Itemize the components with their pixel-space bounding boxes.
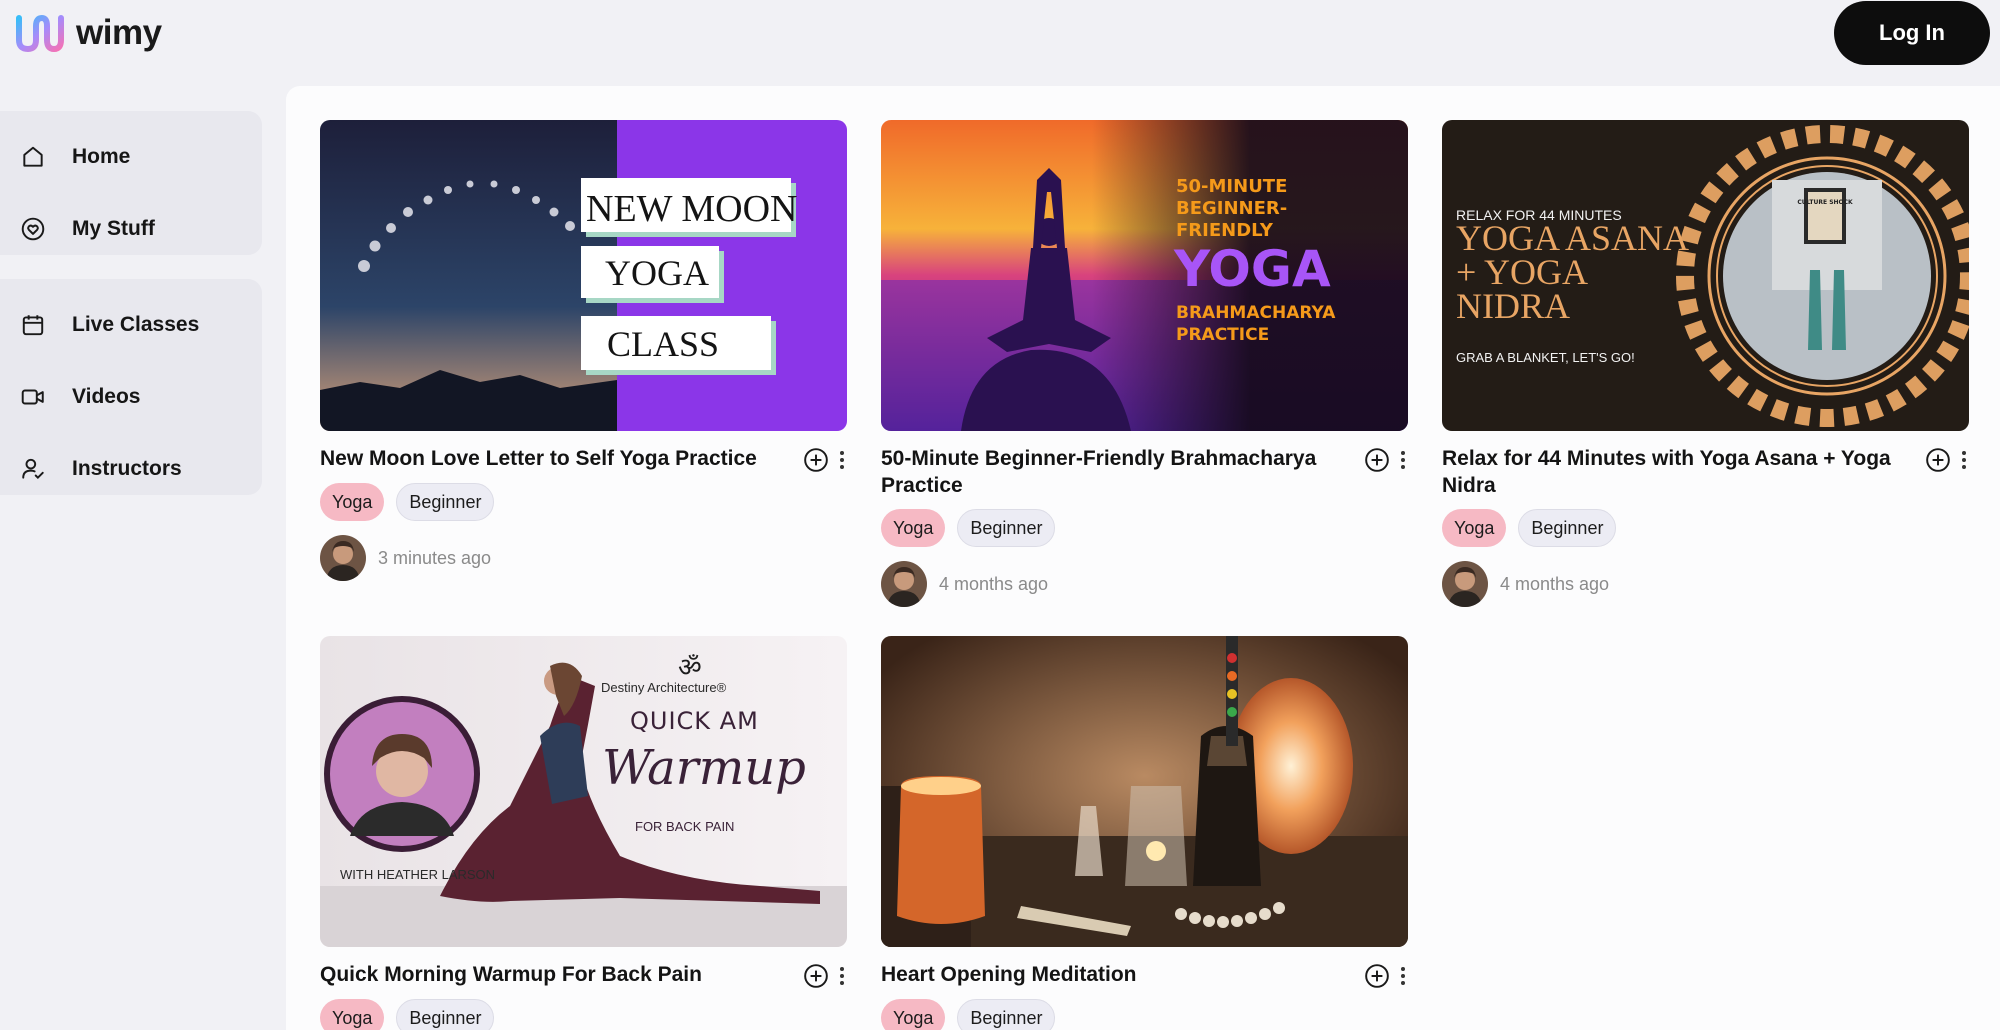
video-camera-icon [21, 389, 44, 405]
thumbnail-text-line: NIDRA [1456, 286, 1570, 326]
sidebar-item-label: Home [72, 145, 131, 168]
level-tag[interactable]: Beginner [1518, 509, 1617, 547]
sidebar-item-label: Instructors [72, 457, 182, 480]
thumbnail-text-line: ॐ [678, 653, 702, 683]
sidebar-item-live-classes[interactable]: Live Classes [0, 289, 262, 361]
video-title[interactable]: Relax for 44 Minutes with Yoga Asana + Y… [1442, 445, 1897, 499]
sidebar-item-home[interactable]: Home [0, 121, 262, 193]
thumbnail-text-line: QUICK AM [630, 707, 759, 735]
add-circle-icon[interactable] [1364, 447, 1390, 473]
more-options-icon[interactable] [837, 449, 847, 471]
thumbnail-text-line: BEGINNER- [1176, 198, 1287, 219]
thumbnail-text-line: FOR BACK PAIN [635, 819, 734, 834]
category-tag[interactable]: Yoga [320, 999, 385, 1030]
thumbnail-text-line: CLASS [607, 324, 719, 364]
sidebar-group-browse: Live Classes Videos Instructors [0, 279, 262, 495]
home-icon [23, 146, 43, 167]
video-card[interactable]: Heart Opening Meditation Yoga Beginner [881, 636, 1408, 1030]
calendar-icon [22, 315, 44, 336]
video-title[interactable]: 50-Minute Beginner-Friendly Brahmacharya… [881, 445, 1336, 499]
more-options-icon[interactable] [1398, 449, 1408, 471]
video-thumbnail[interactable]: ॐ Destiny Architecture® QUICK AM Warmup … [320, 636, 847, 947]
thumbnail-text-line: FRIENDLY [1176, 220, 1274, 241]
thumbnail-text-line: YOGA [605, 253, 709, 293]
brand-name: wimy [76, 13, 162, 52]
video-title[interactable]: New Moon Love Letter to Self Yoga Practi… [320, 445, 775, 472]
upload-time: 4 months ago [939, 573, 1049, 594]
level-tag[interactable]: Beginner [396, 999, 495, 1030]
video-card[interactable]: NEW MOON YOGA CLASS New Moon Love Letter… [320, 120, 847, 581]
login-button[interactable]: Log In [1834, 1, 1990, 65]
more-options-icon[interactable] [1959, 449, 1969, 471]
instructor-avatar[interactable] [320, 535, 366, 581]
video-thumbnail[interactable] [881, 636, 1408, 947]
thumbnail-text-line: NEW MOON [586, 188, 797, 230]
level-tag[interactable]: Beginner [957, 509, 1056, 547]
thumbnail-text-line: Destiny Architecture® [601, 680, 727, 695]
thumbnail-text-line: RELAX FOR 44 MINUTES [1456, 207, 1622, 223]
thumbnail-text-line: YOGA [1173, 240, 1331, 298]
upload-time: 3 minutes ago [378, 547, 492, 568]
thumbnail-text-line: 50-MINUTE [1176, 176, 1287, 197]
sidebar-item-instructors[interactable]: Instructors [0, 433, 262, 505]
video-thumbnail[interactable]: 50-MINUTE BEGINNER- FRIENDLY YOGA BRAHMA… [881, 120, 1408, 431]
thumbnail-text-line: WITH HEATHER LARSON [340, 867, 495, 882]
more-options-icon[interactable] [1398, 965, 1408, 987]
video-card[interactable]: 50-MINUTE BEGINNER- FRIENDLY YOGA BRAHMA… [881, 120, 1408, 607]
add-circle-icon[interactable] [1925, 447, 1951, 473]
thumbnail-text-line: PRACTICE [1176, 325, 1269, 345]
video-title[interactable]: Quick Morning Warmup For Back Pain [320, 961, 775, 988]
wimy-logo-icon [16, 14, 64, 53]
thumbnail-text-line: BRAHMACHARYA [1176, 303, 1336, 323]
sidebar-item-videos[interactable]: Videos [0, 361, 262, 433]
sidebar-group-personal: Home My Stuff [0, 111, 262, 255]
sidebar-item-label: Live Classes [72, 313, 200, 336]
category-tag[interactable]: Yoga [881, 999, 946, 1030]
thumbnail-text-line: Warmup [602, 740, 806, 796]
level-tag[interactable]: Beginner [957, 999, 1056, 1030]
video-title[interactable]: Heart Opening Meditation [881, 961, 1336, 988]
video-thumbnail[interactable]: NEW MOON YOGA CLASS [320, 120, 847, 431]
category-tag[interactable]: Yoga [1442, 509, 1507, 547]
more-options-icon[interactable] [837, 965, 847, 987]
add-circle-icon[interactable] [1364, 963, 1390, 989]
video-card[interactable]: ॐ Destiny Architecture® QUICK AM Warmup … [320, 636, 847, 1030]
sidebar-item-my-stuff[interactable]: My Stuff [0, 193, 262, 265]
video-thumbnail[interactable]: CULTURE SHOCK YOGA ASANA + YOGA NIDRA RE… [1442, 120, 1969, 431]
heart-icon [21, 217, 45, 241]
add-circle-icon[interactable] [803, 963, 829, 989]
category-tag[interactable]: Yoga [320, 483, 385, 521]
instructor-avatar[interactable] [881, 561, 927, 607]
sidebar-item-label: My Stuff [72, 217, 155, 240]
sidebar-item-label: Videos [72, 385, 141, 408]
upload-time: 4 months ago [1500, 573, 1610, 594]
thumbnail-text-line: GRAB A BLANKET, LET'S GO! [1456, 350, 1635, 365]
user-check-icon [22, 458, 44, 480]
level-tag[interactable]: Beginner [396, 483, 495, 521]
category-tag[interactable]: Yoga [881, 509, 946, 547]
video-card[interactable]: CULTURE SHOCK YOGA ASANA + YOGA NIDRA RE… [1442, 120, 1969, 607]
brand-logo[interactable]: wimy [14, 12, 162, 54]
thumbnail-text-line: CULTURE SHOCK [1797, 199, 1853, 206]
instructor-avatar[interactable] [1442, 561, 1488, 607]
add-circle-icon[interactable] [803, 447, 829, 473]
